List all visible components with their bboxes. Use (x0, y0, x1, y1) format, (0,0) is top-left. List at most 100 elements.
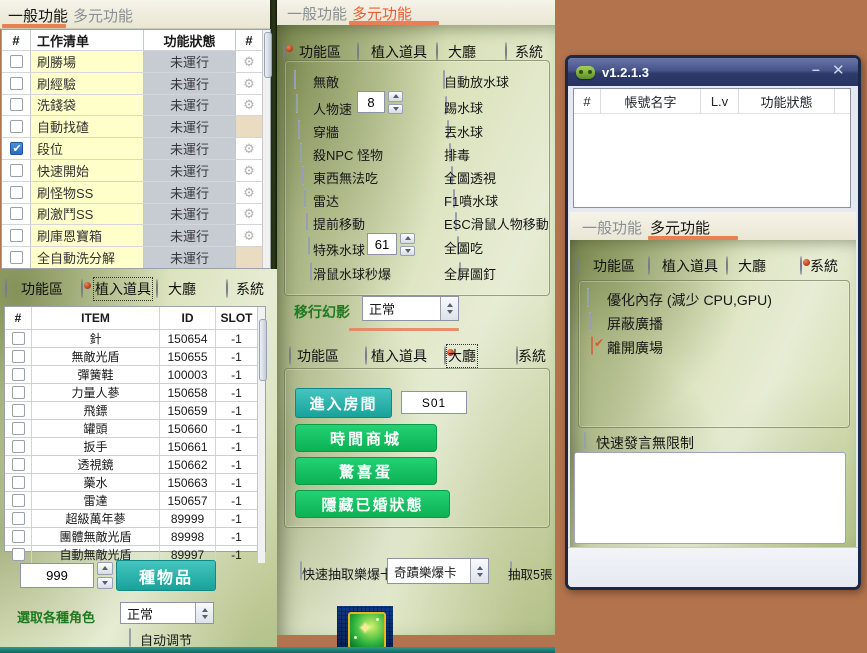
right-tab-multi[interactable]: 多元功能 (650, 217, 710, 238)
special-ball-stepper[interactable] (400, 233, 415, 256)
func-checkbox[interactable] (298, 120, 300, 139)
item-checkbox[interactable] (12, 530, 25, 543)
radio-lobby[interactable] (156, 279, 158, 298)
plant-item-button[interactable]: 種物品 (116, 560, 216, 591)
gear-icon[interactable]: ⚙ (243, 142, 255, 155)
hide-married-button[interactable]: 隱藏已婚狀態 (295, 490, 450, 518)
auto-adjust-checkbox[interactable] (129, 628, 131, 647)
surprise-egg-button[interactable]: 驚喜蛋 (295, 457, 437, 485)
radio-implant-item[interactable] (357, 42, 359, 61)
item-checkbox[interactable] (12, 512, 25, 525)
item-checkbox[interactable] (12, 332, 25, 345)
radio-implant-item[interactable] (81, 279, 83, 298)
gear-icon[interactable]: ⚙ (243, 207, 255, 220)
item-checkbox[interactable] (12, 368, 25, 381)
item-checkbox[interactable] (12, 458, 25, 471)
item-table-scrollbar[interactable] (257, 307, 265, 563)
item-checkbox[interactable] (12, 494, 25, 507)
left-tab-multi[interactable]: 多元功能 (73, 5, 133, 26)
radio-lobby[interactable] (444, 346, 446, 365)
quantity-stepper[interactable] (97, 562, 113, 589)
speech-textarea[interactable] (574, 452, 846, 544)
func-checkbox[interactable] (300, 143, 302, 162)
room-code-input[interactable] (401, 391, 467, 414)
radio-implant-item[interactable] (648, 256, 650, 275)
func-checkbox[interactable] (308, 236, 310, 255)
task-checkbox[interactable] (10, 55, 23, 68)
radio-implant-item[interactable] (365, 346, 367, 365)
gear-icon[interactable]: ⚙ (243, 164, 255, 177)
shadow-step-dropdown[interactable]: 正常 (362, 296, 459, 321)
left-tab-underline (2, 24, 66, 28)
item-checkbox[interactable] (12, 386, 25, 399)
func-checkbox[interactable] (310, 262, 312, 281)
task-checkbox[interactable] (10, 229, 23, 242)
close-button[interactable]: ✕ (832, 63, 845, 78)
speed-input[interactable] (357, 91, 385, 113)
scrollbar-thumb[interactable] (264, 32, 272, 78)
block-broadcast-checkbox[interactable] (589, 312, 591, 331)
radio-function-area[interactable] (283, 42, 285, 61)
quantity-input[interactable] (20, 563, 94, 588)
gear-icon[interactable]: ⚙ (243, 98, 255, 111)
radio-label: 系統 (236, 279, 264, 299)
task-checkbox[interactable] (10, 120, 23, 133)
task-name: 刷怪物SS (30, 182, 143, 203)
radio-system[interactable] (505, 42, 507, 61)
scrollbar-thumb[interactable] (259, 319, 267, 381)
spin-up-icon[interactable] (97, 562, 113, 575)
radio-system[interactable] (226, 279, 228, 298)
right-tab-general[interactable]: 一般功能 (582, 217, 642, 238)
task-checkbox[interactable] (10, 207, 23, 220)
speed-stepper[interactable] (388, 91, 403, 114)
block-broadcast-label: 屏蔽廣播 (607, 314, 663, 334)
item-checkbox[interactable] (12, 350, 25, 363)
time-mall-button[interactable]: 時間商城 (295, 424, 437, 452)
task-table-header: # 工作清单 功能狀態 # (2, 30, 262, 50)
gear-icon[interactable]: ⚙ (243, 55, 255, 68)
radio-lobby[interactable] (436, 42, 438, 61)
gear-icon[interactable]: ⚙ (243, 186, 255, 199)
task-name: 快速開始 (30, 160, 143, 181)
radio-function-area[interactable] (577, 256, 579, 275)
task-table-scrollbar[interactable] (262, 30, 270, 268)
gear-icon[interactable]: ⚙ (243, 77, 255, 90)
left-tab-general[interactable]: 一般功能 (8, 5, 68, 26)
item-checkbox[interactable] (12, 440, 25, 453)
func-checkbox[interactable] (296, 94, 298, 113)
item-checkbox[interactable] (12, 476, 25, 489)
dropdown-arrows-icon[interactable] (440, 297, 458, 320)
item-checkbox[interactable] (12, 404, 25, 417)
func-checkbox[interactable] (302, 166, 304, 185)
card-type-dropdown[interactable]: 奇蹟樂爆卡 (387, 558, 489, 584)
spin-down-icon[interactable] (97, 577, 113, 590)
task-checkbox[interactable] (10, 251, 23, 264)
task-checkbox[interactable] (10, 98, 23, 111)
task-checkbox[interactable] (10, 77, 23, 90)
minimize-button[interactable]: – (812, 62, 820, 76)
fast-speech-checkbox[interactable] (584, 431, 586, 450)
item-checkbox[interactable] (12, 422, 25, 435)
leave-plaza-checkbox[interactable] (591, 336, 593, 355)
radio-system[interactable] (800, 256, 802, 275)
func-checkbox[interactable] (306, 212, 308, 231)
dropdown-arrows-icon[interactable] (195, 603, 213, 623)
middle-tabstrip: 一般功能 多元功能 (277, 0, 555, 26)
task-checkbox[interactable] (10, 186, 23, 199)
enter-room-button[interactable]: 進入房間 (295, 388, 392, 418)
radio-function-area[interactable] (5, 279, 7, 298)
radio-lobby[interactable] (726, 256, 728, 275)
dropdown-arrows-icon[interactable] (470, 559, 488, 583)
role-dropdown[interactable]: 正常 (120, 602, 214, 624)
optimize-checkbox[interactable] (587, 288, 589, 307)
gear-icon[interactable]: ⚙ (243, 229, 255, 242)
task-checkbox[interactable] (10, 164, 23, 177)
func-checkbox[interactable] (294, 70, 296, 89)
special-ball-input[interactable] (367, 233, 397, 255)
middle-tab-general[interactable]: 一般功能 (287, 3, 347, 24)
radio-function-area[interactable] (289, 346, 291, 365)
titlebar[interactable]: v1.2.1.3 – ✕ (568, 58, 858, 86)
func-checkbox[interactable] (304, 189, 306, 208)
task-checkbox[interactable] (10, 142, 23, 155)
item-checkbox[interactable] (12, 548, 25, 561)
